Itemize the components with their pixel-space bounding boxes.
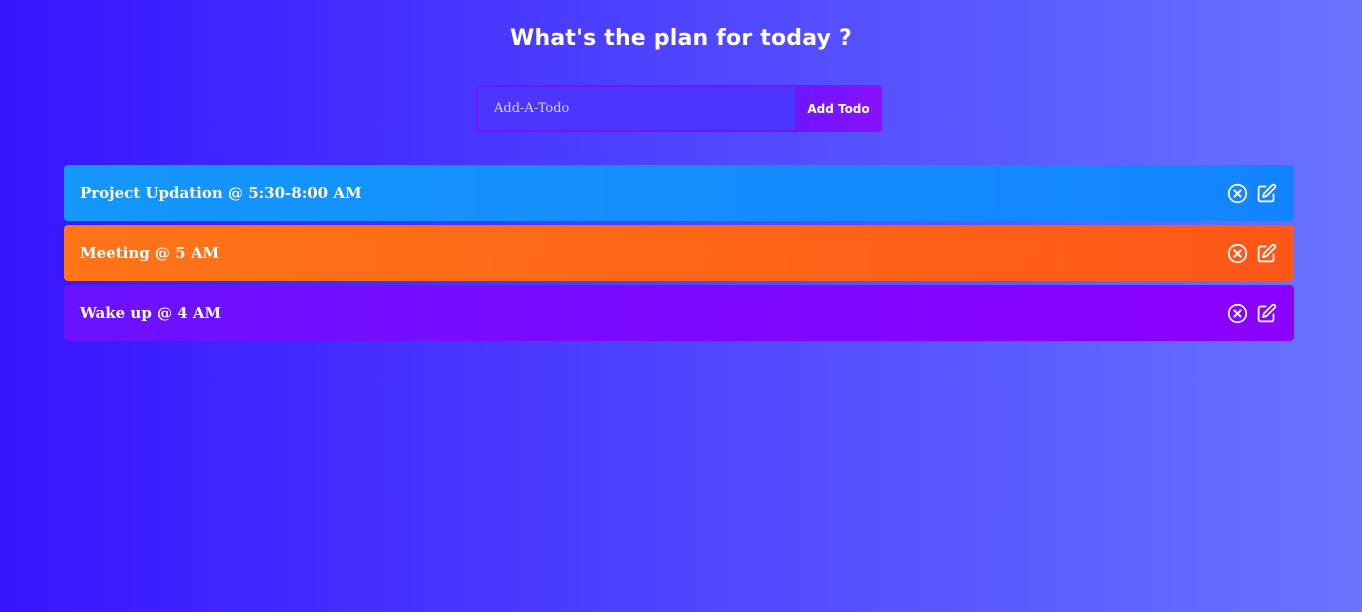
todo-list: Project Updation @ 5:30-8:00 AM Meeting … [64, 165, 1294, 345]
todo-actions [1227, 183, 1277, 204]
close-circle-icon[interactable] [1227, 183, 1248, 204]
todo-text[interactable]: Wake up @ 4 AM [80, 304, 221, 322]
todo-actions [1227, 243, 1277, 264]
page-title: What's the plan for today ? [510, 26, 852, 51]
edit-icon[interactable] [1256, 303, 1277, 324]
add-todo-button[interactable]: Add Todo [795, 85, 882, 132]
todo-text[interactable]: Meeting @ 5 AM [80, 244, 219, 262]
close-circle-icon[interactable] [1227, 243, 1248, 264]
todo-input[interactable] [476, 85, 795, 132]
edit-icon[interactable] [1256, 183, 1277, 204]
todo-row: Meeting @ 5 AM [64, 225, 1294, 281]
todo-row: Wake up @ 4 AM [64, 285, 1294, 341]
todo-text[interactable]: Project Updation @ 5:30-8:00 AM [80, 184, 362, 202]
edit-icon[interactable] [1256, 243, 1277, 264]
todo-row: Project Updation @ 5:30-8:00 AM [64, 165, 1294, 221]
todo-form: Add Todo [476, 85, 882, 132]
close-circle-icon[interactable] [1227, 303, 1248, 324]
todo-actions [1227, 303, 1277, 324]
